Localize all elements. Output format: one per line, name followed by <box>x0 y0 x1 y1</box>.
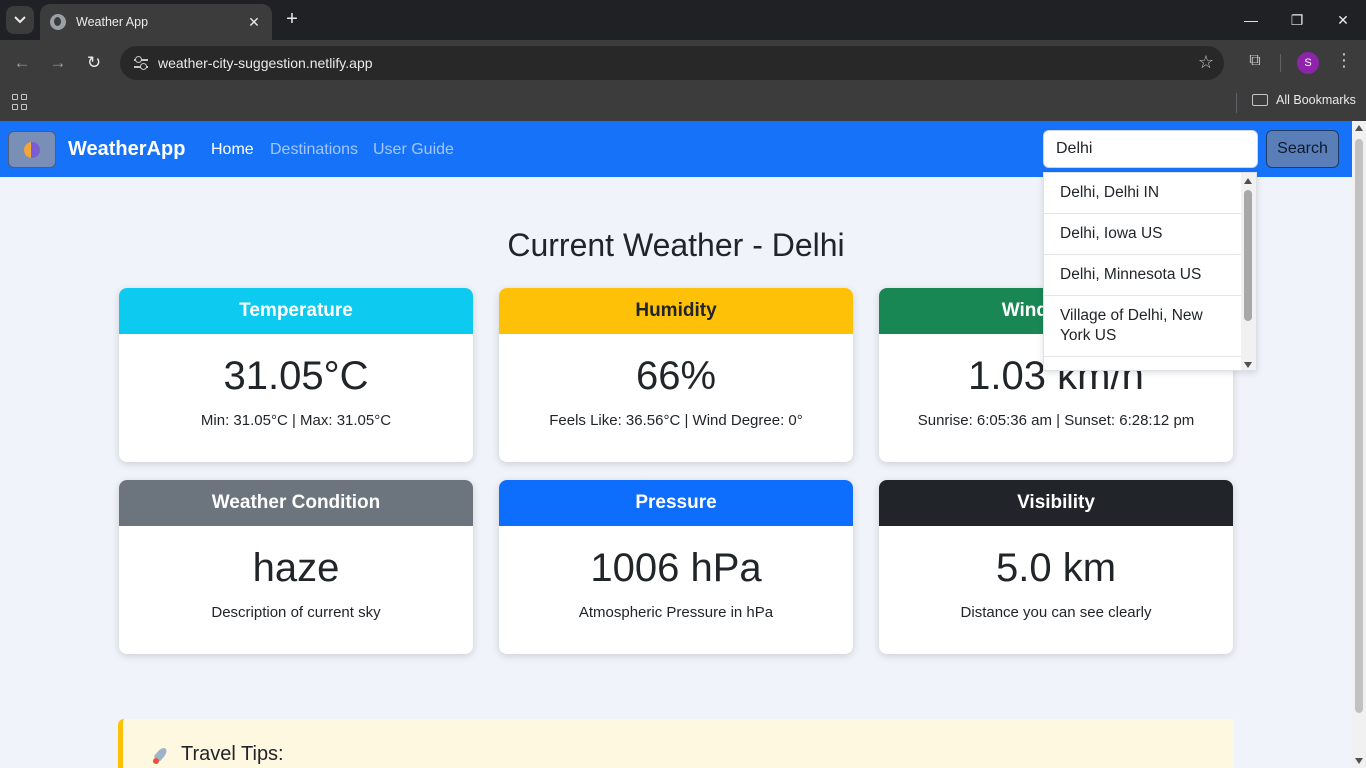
tab-close-icon[interactable]: ✕ <box>246 14 262 31</box>
scroll-down-arrow[interactable] <box>1355 758 1363 764</box>
travel-tips-title: Travel Tips: <box>151 743 284 766</box>
card-value: haze <box>252 546 340 590</box>
address-bar[interactable]: weather-city-suggestion.netlify.app ☆ <box>120 46 1224 80</box>
pressure-card: Pressure 1006 hPa Atmospheric Pressure i… <box>499 480 853 654</box>
apps-grid-icon[interactable] <box>12 94 28 110</box>
scroll-down-arrow[interactable] <box>1244 362 1252 368</box>
scroll-up-arrow[interactable] <box>1355 125 1363 131</box>
tab-title: Weather App <box>76 15 149 29</box>
close-window-button[interactable]: ✕ <box>1320 8 1366 32</box>
site-navbar: WeatherApp Home Destinations User Guide … <box>0 121 1352 177</box>
browser-toolbar: ← → ↻ weather-city-suggestion.netlify.ap… <box>0 40 1366 86</box>
condition-card: Weather Condition haze Description of cu… <box>119 480 473 654</box>
new-tab-button[interactable]: + <box>280 8 304 32</box>
card-subtext: Atmospheric Pressure in hPa <box>578 604 774 621</box>
bookmarks-bar: All Bookmarks <box>0 86 1366 121</box>
humidity-card: Humidity 66% Feels Like: 36.56°C | Wind … <box>499 288 853 462</box>
card-value: 1006 hPa <box>590 546 762 590</box>
menu-kebab-icon[interactable]: ⋮ <box>1335 50 1353 71</box>
card-subtext: Feels Like: 36.56°C | Wind Degree: 0° <box>549 412 803 429</box>
restore-button[interactable]: ❐ <box>1274 8 1320 32</box>
globe-logo-icon <box>24 141 40 158</box>
nav-link-user-guide[interactable]: User Guide <box>373 141 454 159</box>
forward-button[interactable]: → <box>45 50 71 76</box>
bookmark-star-icon[interactable]: ☆ <box>1198 52 1214 73</box>
temperature-card: Temperature 31.05°C Min: 31.05°C | Max: … <box>119 288 473 462</box>
rocket-icon <box>151 745 171 765</box>
suggestions-scroll-thumb[interactable] <box>1244 190 1252 321</box>
tab-search-button[interactable] <box>6 6 34 34</box>
profile-avatar[interactable]: S <box>1297 52 1319 74</box>
card-value: 5.0 km <box>995 546 1117 590</box>
city-search-input[interactable] <box>1043 130 1258 168</box>
scrollbar-thumb[interactable] <box>1355 139 1363 713</box>
globe-icon <box>50 14 66 30</box>
visibility-card: Visibility 5.0 km Distance you can see c… <box>879 480 1233 654</box>
suggestion-item[interactable]: Delhi, Delhi IN <box>1044 173 1242 214</box>
suggestions-scrollbar[interactable] <box>1241 173 1256 370</box>
nav-link-destinations[interactable]: Destinations <box>270 141 358 159</box>
chevron-down-icon <box>14 16 26 24</box>
nav-link-home[interactable]: Home <box>211 141 254 159</box>
suggestions-list: Delhi, Delhi IN Delhi, Iowa US Delhi, Mi… <box>1044 173 1242 357</box>
travel-tips-label: Travel Tips: <box>181 743 284 765</box>
suggestion-item[interactable]: Delhi, Minnesota US <box>1044 255 1242 296</box>
browser-tabstrip: Weather App ✕ + — ❐ ✕ <box>0 0 1366 40</box>
city-suggestions-dropdown: Delhi, Delhi IN Delhi, Iowa US Delhi, Mi… <box>1043 172 1257 371</box>
card-header: Humidity <box>499 288 853 334</box>
travel-tips-panel: Travel Tips: <box>118 719 1234 768</box>
folder-icon <box>1252 94 1268 106</box>
all-bookmarks-button[interactable]: All Bookmarks <box>1252 93 1356 107</box>
suggestion-item[interactable]: Village of Delhi, New York US <box>1044 296 1242 357</box>
minimize-button[interactable]: — <box>1228 8 1274 32</box>
suggestion-item[interactable]: Delhi, Iowa US <box>1044 214 1242 255</box>
search-button[interactable]: Search <box>1266 130 1339 168</box>
page-scrollbar[interactable] <box>1352 121 1366 768</box>
bookmarks-divider <box>1236 93 1237 113</box>
back-button[interactable]: ← <box>9 50 35 76</box>
card-header: Pressure <box>499 480 853 526</box>
reload-button[interactable]: ↻ <box>81 50 107 76</box>
card-subtext: Min: 31.05°C | Max: 31.05°C <box>200 412 392 429</box>
site-info-icon[interactable] <box>132 54 150 72</box>
browser-tab[interactable]: Weather App ✕ <box>40 4 272 40</box>
scroll-up-arrow[interactable] <box>1244 178 1252 184</box>
toolbar-divider <box>1280 54 1281 72</box>
card-subtext: Description of current sky <box>211 604 381 621</box>
card-subtext: Distance you can see clearly <box>960 604 1152 621</box>
card-header: Temperature <box>119 288 473 334</box>
card-header: Weather Condition <box>119 480 473 526</box>
all-bookmarks-label: All Bookmarks <box>1276 93 1356 107</box>
card-header: Visibility <box>879 480 1233 526</box>
card-value: 66% <box>635 354 717 398</box>
brand-title[interactable]: WeatherApp <box>68 138 185 161</box>
extensions-icon[interactable]: ⧉ <box>1244 52 1266 70</box>
card-subtext: Sunrise: 6:05:36 am | Sunset: 6:28:12 pm <box>917 412 1195 429</box>
url-text[interactable]: weather-city-suggestion.netlify.app <box>158 55 373 71</box>
navbar-logo-button[interactable] <box>8 131 56 168</box>
card-value: 31.05°C <box>223 354 369 398</box>
